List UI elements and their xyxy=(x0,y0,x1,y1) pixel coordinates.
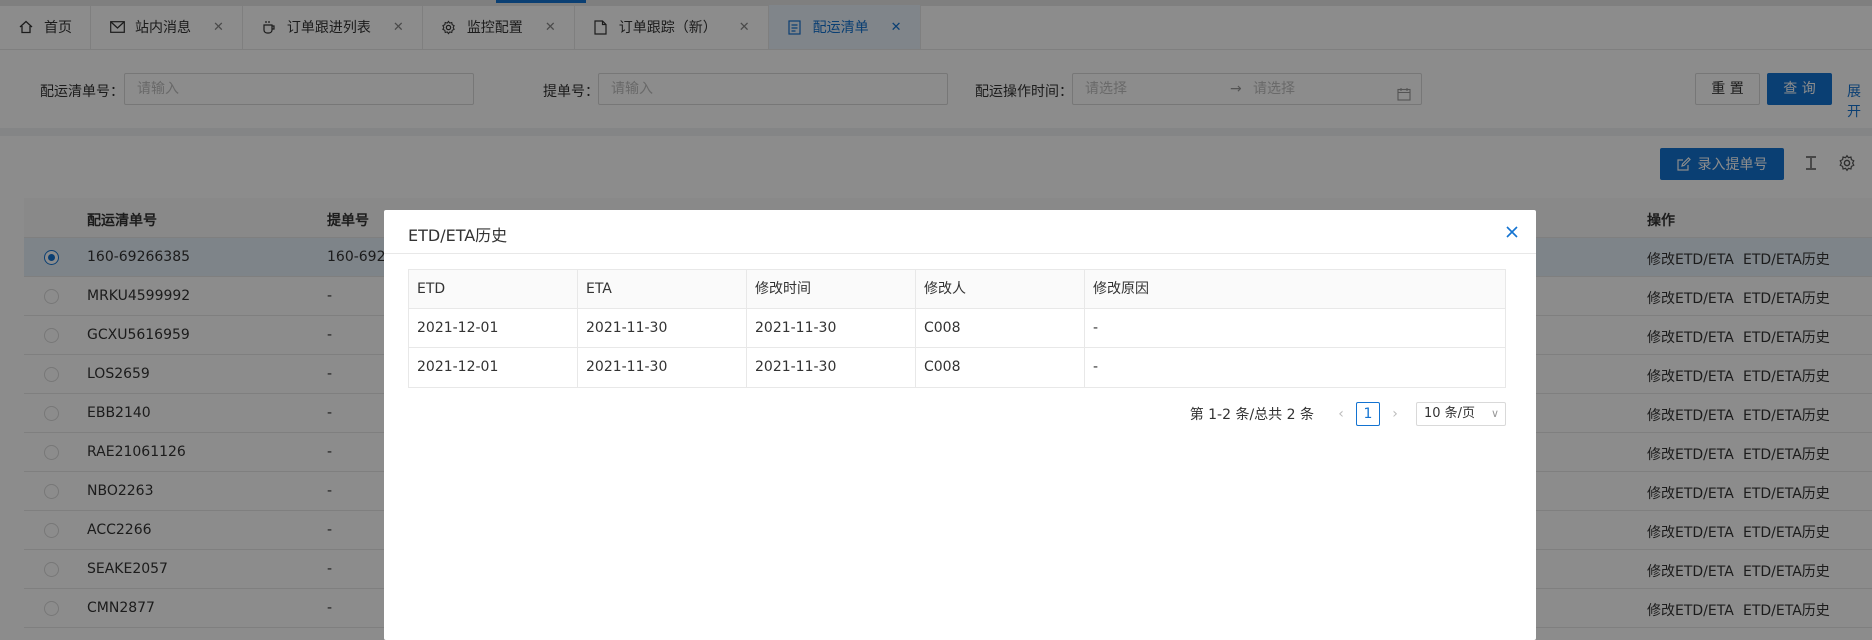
page-size-select[interactable]: 10 条/页 ∨ xyxy=(1416,402,1506,426)
modified-time-cell: 2021-11-30 xyxy=(747,348,916,387)
chevron-left-icon[interactable]: ‹ xyxy=(1330,406,1352,422)
modal-title: ETD/ETA历史 xyxy=(408,226,508,245)
modifier-cell: C008 xyxy=(916,309,1085,347)
modified-time-cell: 2021-11-30 xyxy=(747,309,916,347)
modifier-cell: C008 xyxy=(916,348,1085,387)
history-table-header: ETD ETA 修改时间 修改人 修改原因 xyxy=(409,270,1505,309)
chevron-down-icon: ∨ xyxy=(1490,407,1499,420)
table-row: 2021-12-01 2021-11-30 2021-11-30 C008 - xyxy=(409,348,1505,387)
etd-eta-history-modal: ETD/ETA历史 ETD ETA 修改时间 修改人 修改原因 2021-12-… xyxy=(384,210,1536,640)
page-size-value: 10 条/页 xyxy=(1424,406,1476,421)
etd-cell: 2021-12-01 xyxy=(409,309,578,347)
column-header: ETD xyxy=(409,270,578,308)
close-icon[interactable] xyxy=(1500,220,1524,244)
reason-cell: - xyxy=(1093,320,1099,336)
pagination: 第 1-2 条/总共 2 条 ‹ 1 › 10 条/页 ∨ xyxy=(1190,402,1506,426)
reason-cell: - xyxy=(1093,359,1099,375)
chevron-right-icon[interactable]: › xyxy=(1384,406,1406,422)
column-header: 修改原因 xyxy=(1093,281,1149,297)
history-table: ETD ETA 修改时间 修改人 修改原因 2021-12-01 2021-11… xyxy=(408,269,1506,388)
etd-cell: 2021-12-01 xyxy=(409,348,578,387)
column-header: 修改时间 xyxy=(747,270,916,308)
eta-cell: 2021-11-30 xyxy=(578,309,747,347)
modal-header: ETD/ETA历史 xyxy=(384,210,1536,254)
table-row: 2021-12-01 2021-11-30 2021-11-30 C008 - xyxy=(409,309,1505,348)
column-header: 修改人 xyxy=(916,270,1085,308)
column-header: ETA xyxy=(578,270,747,308)
page-item-1[interactable]: 1 xyxy=(1356,402,1380,426)
eta-cell: 2021-11-30 xyxy=(578,348,747,387)
pagination-total: 第 1-2 条/总共 2 条 xyxy=(1189,407,1314,423)
